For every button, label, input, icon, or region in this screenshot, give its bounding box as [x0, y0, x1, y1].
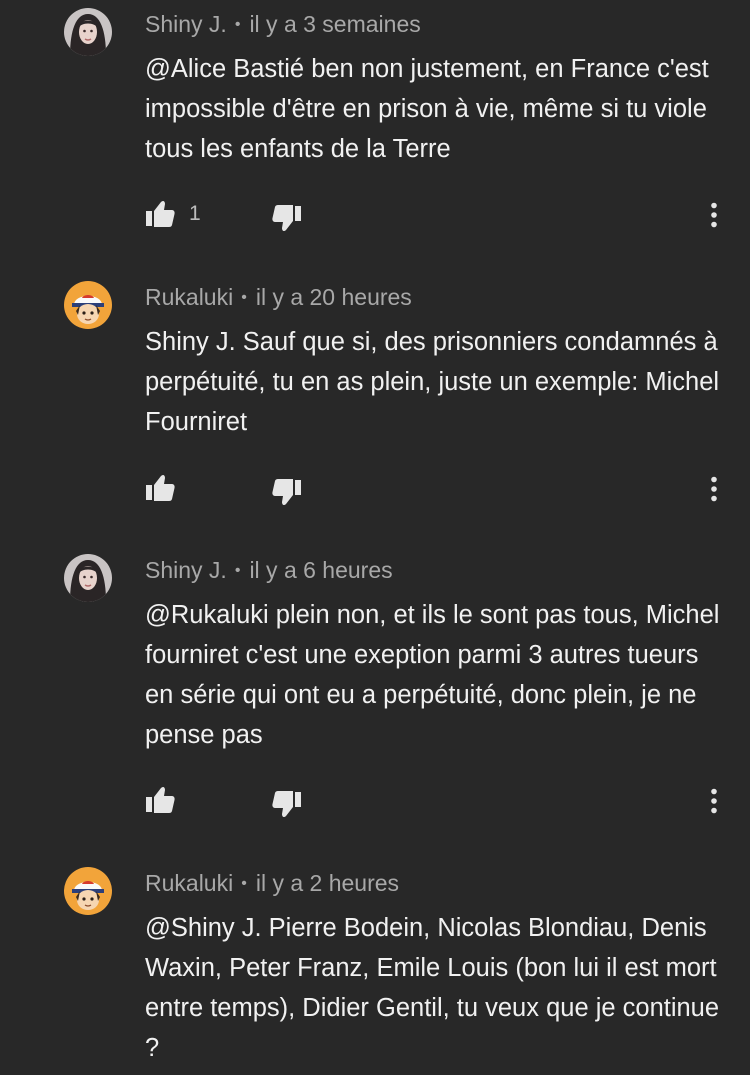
comment-text: @Rukaluki plein non, et ils le sont pas …	[145, 601, 720, 749]
vertical-ellipsis-icon	[711, 476, 717, 502]
author-name[interactable]: Rukaluki	[145, 284, 233, 310]
thumbs-up-icon	[146, 786, 175, 813]
separator-dot: •	[234, 562, 241, 579]
author-name[interactable]: Shiny J.	[145, 557, 227, 583]
dislike-button[interactable]	[271, 202, 303, 234]
comment-actions	[0, 472, 750, 506]
author-name[interactable]: Rukaluki	[145, 870, 233, 896]
dislike-button[interactable]	[271, 476, 303, 508]
more-options-button[interactable]	[702, 472, 726, 506]
comment-meta: Shiny J. • il y a 6 heures	[145, 556, 393, 588]
avatar-cartoon-trainer-icon[interactable]	[64, 281, 112, 329]
comment-thread: Shiny J. • il y a 3 semaines @Alice Bastié…	[0, 0, 750, 1075]
thumbs-down-icon	[272, 791, 301, 818]
timestamp[interactable]: il y a 2 heures	[256, 870, 399, 896]
comment-meta: Rukaluki • il y a 20 heures	[145, 283, 412, 315]
more-options-button[interactable]	[702, 784, 726, 818]
author-name[interactable]: Shiny J.	[145, 11, 227, 37]
timestamp[interactable]: il y a 3 semaines	[249, 11, 420, 37]
vertical-ellipsis-icon	[711, 788, 717, 814]
thumbs-up-icon	[146, 200, 175, 227]
dislike-button[interactable]	[271, 788, 303, 820]
thumbs-down-icon	[272, 479, 301, 506]
comment-meta: Rukaluki • il y a 2 heures	[145, 869, 399, 901]
more-options-button[interactable]	[702, 198, 726, 232]
comment-actions	[0, 784, 750, 818]
separator-dot: •	[241, 289, 247, 306]
like-button[interactable]	[144, 198, 176, 230]
vertical-ellipsis-icon	[711, 202, 717, 228]
separator-dot: •	[241, 875, 247, 892]
separator-dot: •	[234, 16, 241, 33]
like-count: 1	[189, 202, 201, 225]
comment-text: Shiny J. Sauf que si, des prisonniers co…	[145, 328, 720, 436]
timestamp[interactable]: il y a 6 heures	[249, 557, 392, 583]
timestamp[interactable]: il y a 20 heures	[256, 284, 412, 310]
comment-meta: Shiny J. • il y a 3 semaines	[145, 10, 421, 42]
like-button[interactable]	[144, 784, 176, 816]
like-button[interactable]	[144, 472, 176, 504]
thumbs-up-icon	[146, 474, 175, 501]
avatar-woman-portrait-icon[interactable]	[64, 554, 112, 602]
avatar-cartoon-trainer-icon[interactable]	[64, 867, 112, 915]
comment-actions: 1	[0, 198, 750, 232]
thumbs-down-icon	[272, 205, 301, 232]
comment-text: @Shiny J. Pierre Bodein, Nicolas Blondia…	[145, 914, 720, 1062]
avatar-woman-portrait-icon[interactable]	[64, 8, 112, 56]
comment-text: @Alice Bastié ben non justement, en Fran…	[145, 55, 709, 163]
